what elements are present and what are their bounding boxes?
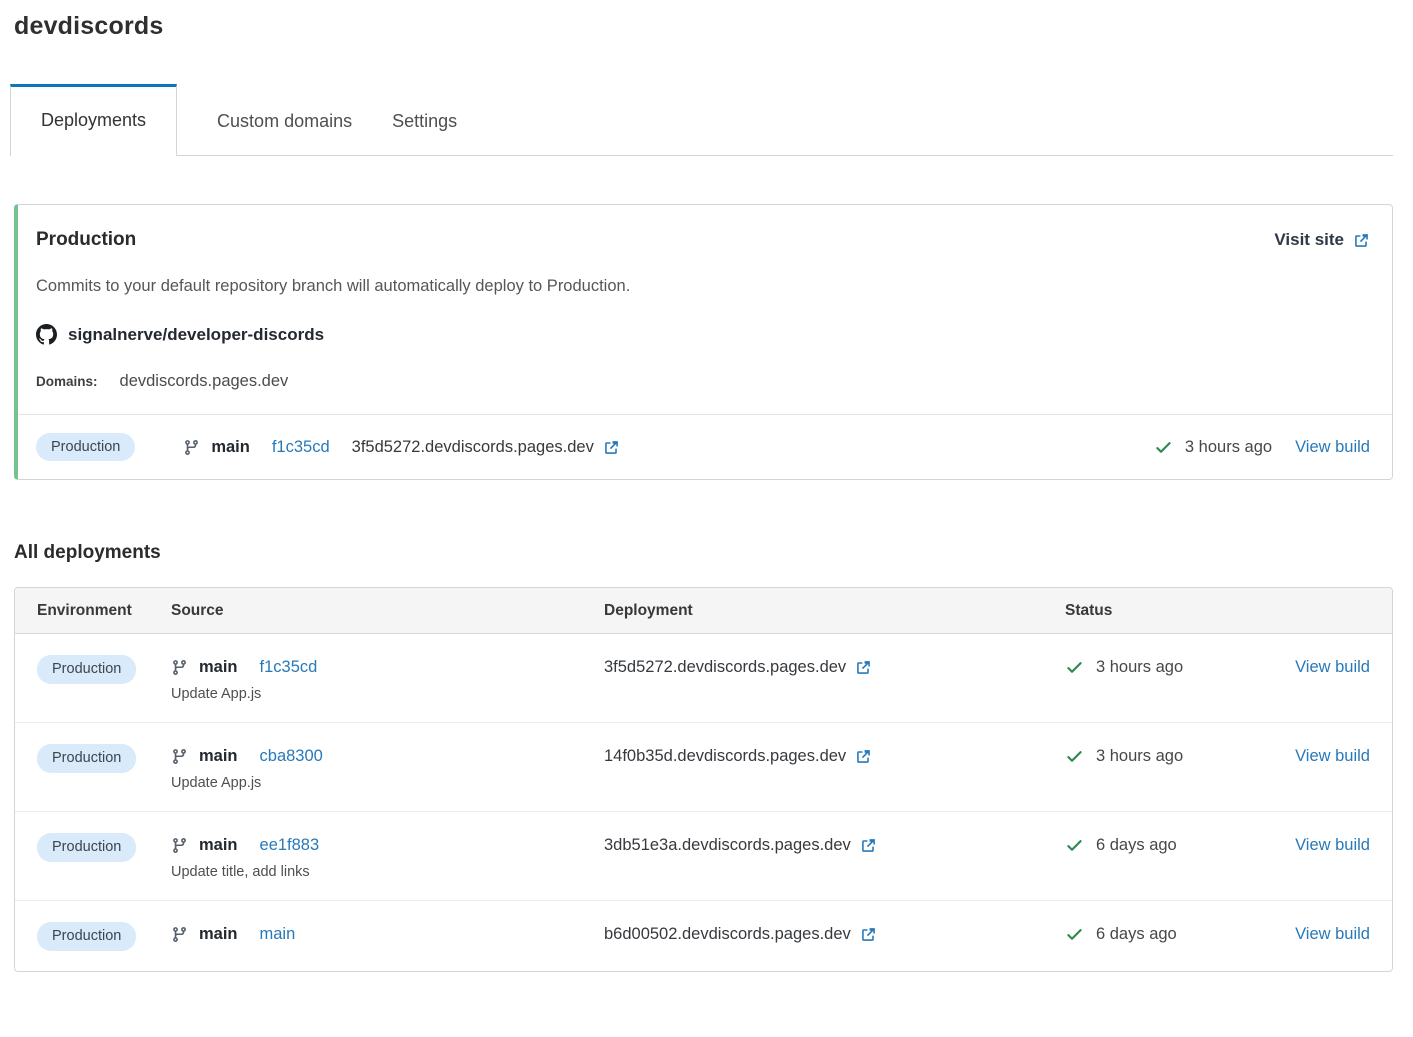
commit-link[interactable]: ee1f883 xyxy=(260,836,320,855)
production-card-title: Production xyxy=(36,229,136,251)
page-title: devdiscords xyxy=(14,0,1393,41)
column-header-environment: Environment xyxy=(37,602,171,620)
check-icon xyxy=(1065,747,1084,766)
branch-name: main xyxy=(199,836,238,855)
environment-badge: Production xyxy=(36,433,135,462)
table-row: Production main main b6d00502.devdiscord… xyxy=(15,900,1392,971)
external-link-icon[interactable] xyxy=(860,926,877,943)
tab-settings[interactable]: Settings xyxy=(392,88,457,155)
production-card: Production Visit site Commits to your de… xyxy=(14,204,1393,480)
production-deployment-row: Production main f1c35cd 3f5d5272.devdisc… xyxy=(18,414,1392,479)
tab-custom-domains[interactable]: Custom domains xyxy=(217,88,352,155)
environment-badge: Production xyxy=(37,744,136,773)
table-body: Production main f1c35cd Update App.js 3f… xyxy=(15,634,1392,971)
git-branch-icon xyxy=(171,837,188,854)
status-time: 6 days ago xyxy=(1096,836,1177,855)
branch-name: main xyxy=(199,925,238,944)
commit-message: Update App.js xyxy=(171,686,604,702)
deployment-url: 3f5d5272.devdiscords.pages.dev xyxy=(604,658,846,677)
commit-link[interactable]: main xyxy=(260,925,296,944)
repo-name: signalnerve/developer-discords xyxy=(68,325,324,345)
status-time: 3 hours ago xyxy=(1096,658,1183,677)
commit-message: Update title, add links xyxy=(171,864,604,880)
git-branch-icon xyxy=(171,748,188,765)
commit-link[interactable]: f1c35cd xyxy=(260,658,318,677)
environment-badge: Production xyxy=(37,655,136,684)
deployment-url: b6d00502.devdiscords.pages.dev xyxy=(604,925,851,944)
check-icon xyxy=(1065,925,1084,944)
tab-deployments[interactable]: Deployments xyxy=(10,84,177,156)
git-branch-icon xyxy=(183,439,200,456)
table-row: Production main ee1f883 Update title, ad… xyxy=(15,811,1392,900)
commit-message: Update App.js xyxy=(171,775,604,791)
branch-name: main xyxy=(199,658,238,677)
domains-value: devdiscords.pages.dev xyxy=(120,372,289,391)
table-row: Production main f1c35cd Update App.js 3f… xyxy=(15,634,1392,722)
external-link-icon[interactable] xyxy=(860,837,877,854)
domains-label: Domains: xyxy=(36,374,98,389)
deployment-url: 3f5d5272.devdiscords.pages.dev xyxy=(352,438,594,457)
tab-bar: Deployments Custom domains Settings xyxy=(14,85,1393,156)
view-build-link[interactable]: View build xyxy=(1295,658,1370,676)
production-description: Commits to your default repository branc… xyxy=(36,277,1370,296)
git-branch-icon xyxy=(171,926,188,943)
check-icon xyxy=(1065,836,1084,855)
column-header-status: Status xyxy=(1065,602,1284,620)
table-header: Environment Source Deployment Status xyxy=(15,588,1392,634)
deployment-url: 3db51e3a.devdiscords.pages.dev xyxy=(604,836,851,855)
visit-site-link[interactable]: Visit site xyxy=(1274,230,1370,250)
deployments-table: Environment Source Deployment Status Pro… xyxy=(14,587,1393,972)
column-header-source: Source xyxy=(171,602,604,620)
view-build-link[interactable]: View build xyxy=(1295,438,1370,457)
all-deployments-title: All deployments xyxy=(14,542,1393,564)
external-link-icon xyxy=(1353,232,1370,249)
external-link-icon[interactable] xyxy=(603,439,620,456)
environment-badge: Production xyxy=(37,833,136,862)
environment-badge: Production xyxy=(37,922,136,951)
check-icon xyxy=(1065,658,1084,677)
external-link-icon[interactable] xyxy=(855,659,872,676)
view-build-link[interactable]: View build xyxy=(1295,925,1370,943)
table-row: Production main cba8300 Update App.js 14… xyxy=(15,722,1392,811)
view-build-link[interactable]: View build xyxy=(1295,747,1370,765)
deployment-url: 14f0b35d.devdiscords.pages.dev xyxy=(604,747,846,766)
git-branch-icon xyxy=(171,659,188,676)
check-icon xyxy=(1154,438,1173,457)
status-time: 3 hours ago xyxy=(1096,747,1183,766)
branch-name: main xyxy=(199,747,238,766)
status-time: 6 days ago xyxy=(1096,925,1177,944)
github-icon xyxy=(36,324,57,345)
external-link-icon[interactable] xyxy=(855,748,872,765)
status-time: 3 hours ago xyxy=(1185,438,1272,457)
visit-site-label: Visit site xyxy=(1274,230,1344,250)
view-build-link[interactable]: View build xyxy=(1295,836,1370,854)
commit-link[interactable]: cba8300 xyxy=(260,747,323,766)
column-header-deployment: Deployment xyxy=(604,602,1065,620)
branch-name: main xyxy=(211,438,250,457)
commit-link[interactable]: f1c35cd xyxy=(272,438,330,457)
